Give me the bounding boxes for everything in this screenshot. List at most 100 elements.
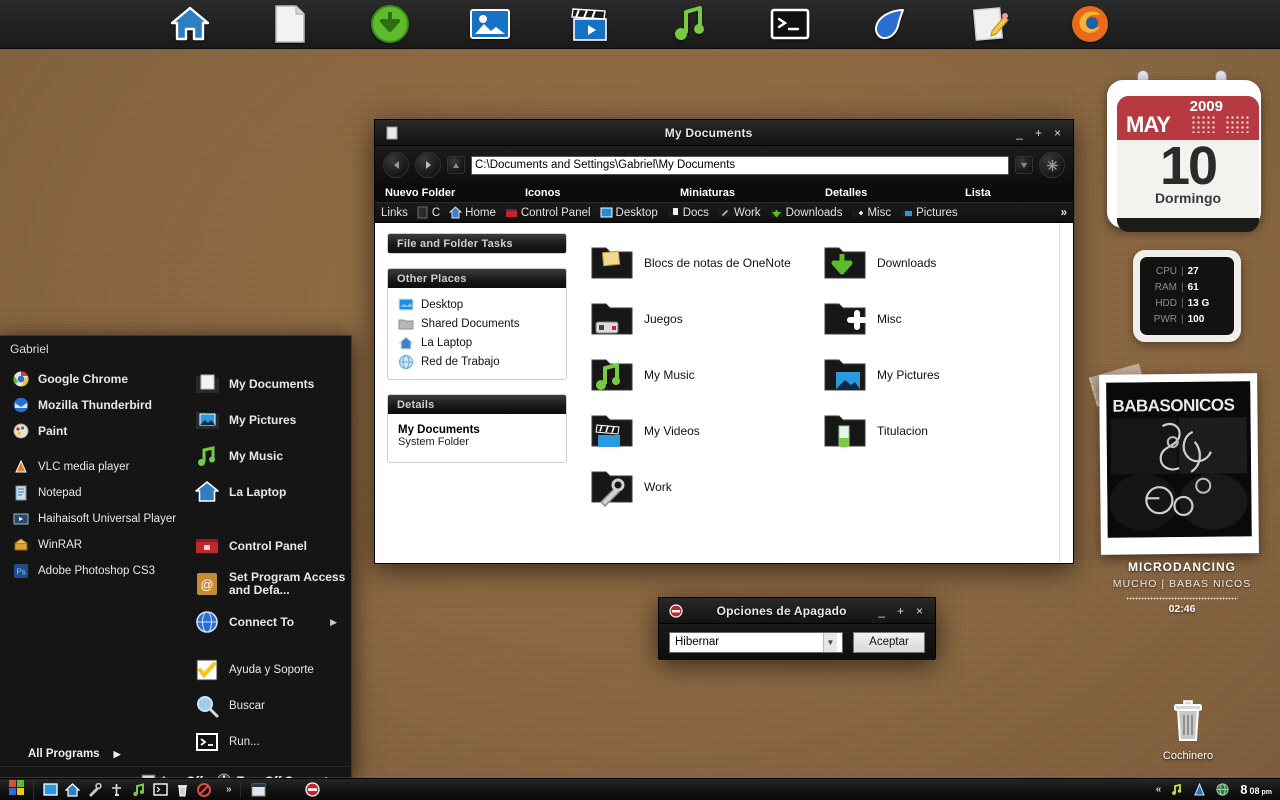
explorer-close-button[interactable]: × — [1054, 127, 1061, 139]
dock-item-music[interactable] — [664, 2, 716, 46]
view-nuevo-folder[interactable]: Nuevo Folder — [375, 187, 515, 199]
taskbar-clock[interactable]: 8 08 pm — [1236, 782, 1280, 797]
shutdown-option-select[interactable]: Hibernar ▼ — [669, 631, 843, 653]
explorer-vertical-scrollbar[interactable] — [1059, 223, 1073, 563]
links-overflow-button[interactable]: » — [1061, 207, 1067, 219]
dock-item-documents[interactable] — [264, 2, 316, 46]
view-detalles[interactable]: Detalles — [815, 187, 955, 199]
sysmon-key: CPU — [1155, 265, 1177, 277]
panel-title[interactable]: File and Folder Tasks — [388, 234, 566, 253]
refresh-button[interactable] — [1039, 152, 1065, 178]
place-shared-documents[interactable]: Shared Documents — [398, 314, 560, 333]
start-button[interactable] — [0, 778, 34, 800]
back-button[interactable] — [383, 152, 409, 178]
panel-title[interactable]: Details — [388, 395, 566, 414]
place-desktop[interactable]: Desktop — [398, 295, 560, 314]
file-item-my-pictures[interactable]: My Pictures — [822, 347, 1055, 403]
taskbar-task-explorer[interactable] — [251, 782, 267, 798]
quick-launch-overflow[interactable]: » — [218, 784, 232, 795]
start-item-la-laptop[interactable]: La Laptop — [194, 474, 351, 510]
up-button[interactable] — [447, 156, 465, 174]
dock-item-videos[interactable] — [564, 2, 616, 46]
start-item-paint[interactable]: Paint — [12, 418, 188, 444]
dock-item-home[interactable] — [164, 2, 216, 46]
start-item-mozilla-thunderbird[interactable]: Mozilla Thunderbird — [12, 392, 188, 418]
taskbar-task-shutdown[interactable] — [305, 782, 321, 798]
tray-expand-button[interactable]: « — [1156, 784, 1162, 795]
link-c[interactable]: C — [413, 206, 443, 219]
place-la-laptop[interactable]: La Laptop — [397, 333, 560, 352]
dock-item-firefox[interactable] — [1064, 2, 1116, 46]
file-item-my-music[interactable]: My Music — [589, 347, 822, 403]
dock-item-notepad[interactable] — [964, 2, 1016, 46]
start-item-notepad[interactable]: Notepad — [12, 480, 188, 506]
link-misc[interactable]: Misc — [848, 206, 894, 219]
file-item-onenote[interactable]: Blocs de notas de OneNote — [589, 235, 822, 291]
shutdown-maximize-button[interactable]: + — [897, 605, 904, 617]
network-tray-icon[interactable] — [1214, 782, 1230, 798]
forward-button[interactable] — [415, 152, 441, 178]
view-miniaturas[interactable]: Miniaturas — [670, 187, 815, 199]
start-item-google-chrome[interactable]: Google Chrome — [12, 366, 188, 392]
link-docs[interactable]: Docs — [664, 206, 712, 219]
add-icon[interactable] — [108, 782, 124, 798]
shutdown-minimize-button[interactable]: _ — [878, 605, 885, 617]
show-desktop-icon[interactable] — [42, 782, 58, 798]
explorer-maximize-button[interactable]: + — [1035, 127, 1042, 139]
vlc-tray-icon[interactable] — [1191, 782, 1207, 798]
start-item-run[interactable]: Run... — [194, 724, 351, 760]
file-item-downloads[interactable]: Downloads — [822, 235, 1055, 291]
file-item-misc[interactable]: Misc — [822, 291, 1055, 347]
work-folder-icon — [718, 206, 731, 219]
file-item-my-videos[interactable]: My Videos — [589, 403, 822, 459]
dock-item-pictures[interactable] — [464, 2, 516, 46]
address-dropdown-button[interactable] — [1015, 156, 1033, 174]
recycle-bin[interactable]: Cochinero — [1152, 696, 1224, 762]
now-playing-progress-bar[interactable] — [1126, 597, 1238, 600]
start-item-haihaisoft-universal-player[interactable]: Haihaisoft Universal Player — [12, 506, 188, 532]
view-iconos[interactable]: Iconos — [515, 187, 670, 199]
music-tray-icon[interactable] — [1168, 782, 1184, 798]
start-item-set-program-access[interactable]: @ Set Program Access and Defa... — [194, 564, 351, 604]
dock-item-terminal[interactable] — [764, 2, 816, 46]
shutdown-title-bar[interactable]: Opciones de Apagado _ + × — [659, 598, 935, 624]
start-item-winrar[interactable]: WinRAR — [12, 532, 188, 558]
address-bar[interactable]: C:\Documents and Settings\Gabriel\My Doc… — [471, 155, 1009, 175]
link-control-panel[interactable]: Control Panel — [502, 206, 594, 219]
start-item-my-music[interactable]: My Music — [194, 438, 351, 474]
start-item-my-documents[interactable]: My Documents — [194, 366, 351, 402]
tools-icon[interactable] — [86, 782, 102, 798]
link-label: C — [431, 206, 441, 219]
panel-title[interactable]: Other Places — [388, 269, 566, 288]
start-item-vlc-media-player[interactable]: VLC media player — [12, 454, 188, 480]
shutdown-close-button[interactable]: × — [916, 605, 923, 617]
block-icon[interactable] — [196, 782, 212, 798]
music-icon[interactable] — [130, 782, 146, 798]
dock-item-photoshop[interactable] — [864, 2, 916, 46]
start-item-my-pictures[interactable]: My Pictures — [194, 402, 351, 438]
start-item-ayuda-y-soporte[interactable]: Ayuda y Soporte — [194, 652, 351, 688]
terminal-icon[interactable] — [152, 782, 168, 798]
link-desktop[interactable]: Desktop — [597, 206, 661, 219]
chevron-down-icon[interactable]: ▼ — [823, 632, 837, 652]
start-item-adobe-photoshop-cs3[interactable]: Ps Adobe Photoshop CS3 — [12, 558, 188, 584]
link-work[interactable]: Work — [715, 206, 764, 219]
explorer-minimize-button[interactable]: _ — [1016, 127, 1023, 139]
explorer-title-bar[interactable]: My Documents _ + × — [375, 120, 1073, 146]
start-item-connect-to[interactable]: Connect To ▶ — [194, 604, 351, 640]
link-pictures[interactable]: Pictures — [897, 206, 961, 219]
view-lista[interactable]: Lista — [955, 187, 991, 199]
file-item-juegos[interactable]: Juegos — [589, 291, 822, 347]
accept-button[interactable]: Aceptar — [853, 631, 925, 653]
photoshop-icon: Ps — [12, 563, 29, 580]
file-item-work[interactable]: Work — [589, 459, 822, 515]
link-downloads[interactable]: Downloads — [767, 206, 846, 219]
dock-item-downloads[interactable] — [364, 2, 416, 46]
link-home[interactable]: Home — [446, 206, 499, 219]
trash-icon[interactable] — [174, 782, 190, 798]
home-icon[interactable] — [64, 782, 80, 798]
start-item-buscar[interactable]: Buscar — [194, 688, 351, 724]
file-item-titulacion[interactable]: Titulacion — [822, 403, 1055, 459]
start-item-control-panel[interactable]: Control Panel — [194, 528, 351, 564]
place-red-de-trabajo[interactable]: Red de Trabajo — [398, 352, 560, 371]
